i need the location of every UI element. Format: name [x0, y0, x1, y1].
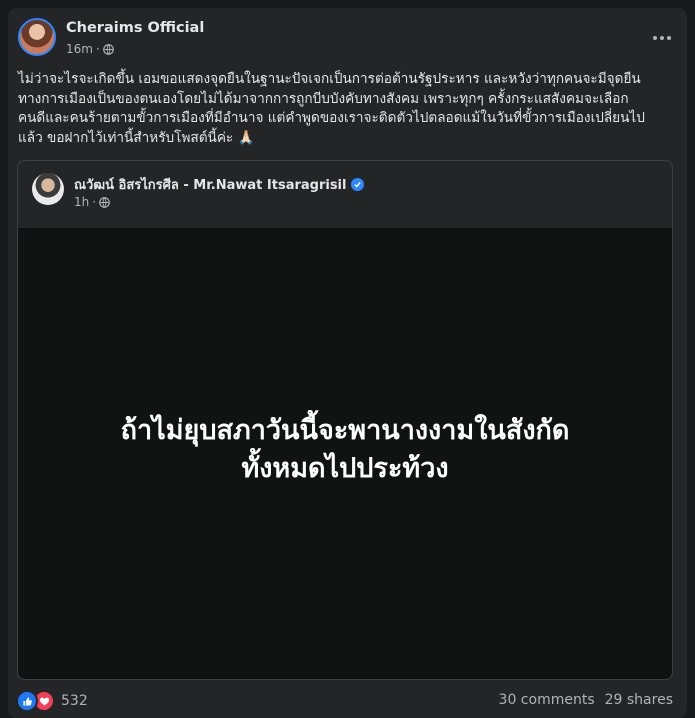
- video-player[interactable]: ถ้าไม่ยุบสภาวันนี้จะพานางงามในสังกัด ทั้…: [18, 228, 672, 679]
- video-text-line-2: ทั้งหมดไปประท้วง: [241, 453, 449, 484]
- shared-post-meta: 1h ·: [74, 195, 110, 209]
- author-avatar[interactable]: [18, 18, 56, 56]
- verified-badge-icon: [351, 178, 365, 191]
- video-text-line-1: ถ้าไม่ยุบสภาวันนี้จะพานางงามในสังกัด: [120, 415, 570, 446]
- author-name[interactable]: Cheraims Official: [66, 20, 204, 36]
- video-overlay-text: ถ้าไม่ยุบสภาวันนี้จะพานางงามในสังกัด ทั้…: [121, 412, 570, 488]
- shares-count-link[interactable]: 29 shares: [605, 692, 673, 708]
- comments-count-link[interactable]: 30 comments: [499, 692, 595, 708]
- shared-post[interactable]: ณวัฒน์ อิสรไกรศีล - Mr.Nawat Itsaragrisi…: [17, 160, 673, 680]
- like-reaction-icon: [16, 690, 38, 712]
- post-meta: 16m ·: [66, 42, 114, 56]
- shared-post-time[interactable]: 1h: [74, 195, 89, 209]
- post-card: Cheraims Official 16m · ไม่ว่าจะไรจะเกิด…: [8, 8, 687, 718]
- reactions-summary[interactable]: 532: [16, 690, 88, 712]
- post-header: Cheraims Official 16m ·: [18, 18, 678, 62]
- post-footer: 532 30 comments 29 shares: [8, 688, 687, 712]
- shared-author-avatar[interactable]: [32, 173, 64, 205]
- shared-author-name[interactable]: ณวัฒน์ อิสรไกรศีล - Mr.Nawat Itsaragrisi…: [74, 174, 346, 195]
- shared-author-row: ณวัฒน์ อิสรไกรศีล - Mr.Nawat Itsaragrisi…: [74, 174, 365, 195]
- shared-post-header: ณวัฒน์ อิสรไกรศีล - Mr.Nawat Itsaragrisi…: [18, 161, 672, 228]
- globe-icon: [102, 43, 114, 55]
- more-options-icon[interactable]: [648, 24, 676, 52]
- engagement-stats: 30 comments 29 shares: [499, 692, 673, 708]
- globe-icon: [99, 196, 110, 208]
- reaction-count[interactable]: 532: [61, 693, 88, 709]
- post-time[interactable]: 16m: [66, 42, 93, 56]
- post-caption: ไม่ว่าจะไรจะเกิดขึ้น เอมขอแสดงจุดยืนในฐา…: [18, 71, 645, 146]
